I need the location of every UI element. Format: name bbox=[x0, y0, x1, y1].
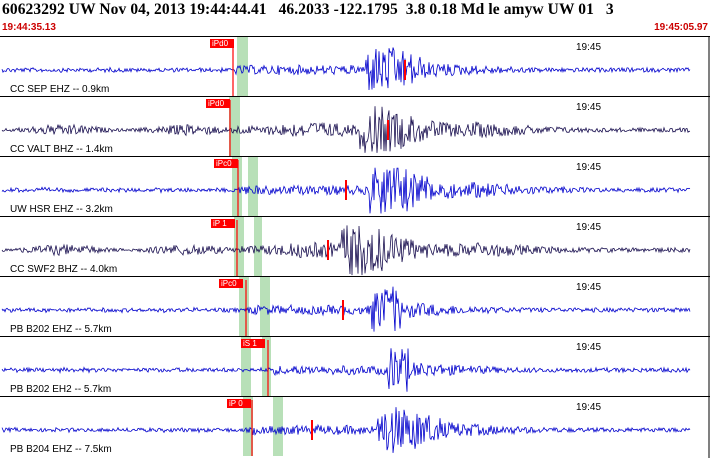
time-tick-label: 19:45 bbox=[576, 402, 601, 413]
end-time-label: 19:45:05.97 bbox=[654, 22, 708, 33]
time-tick-label: 19:45 bbox=[576, 42, 601, 53]
channel-panel[interactable]: iPd0 19:45 CC SEP EHZ -- 0.9km bbox=[0, 36, 710, 97]
channel-label: PB B202 EHZ -- 5.7km bbox=[10, 324, 112, 335]
channel-panel[interactable]: iPd0 19:45 CC VALT BHZ -- 1.4km bbox=[0, 96, 710, 157]
pick-window bbox=[260, 277, 270, 336]
time-tick-label: 19:45 bbox=[576, 162, 601, 173]
pick-window bbox=[248, 157, 258, 216]
pick-label: iPc0 bbox=[221, 279, 237, 288]
seismogram-canvas[interactable]: iPd0 19:45 CC SEP EHZ -- 0.9km iPd0 19:45 CC … bbox=[0, 36, 710, 458]
event-header: 60623292 UW Nov 04, 2013 19:44:44.41 46.… bbox=[0, 0, 710, 36]
pick-label: iPd0 bbox=[208, 99, 225, 108]
channel-panel[interactable]: iP 0 19:45 PB B204 EHZ -- 7.5km bbox=[0, 396, 710, 457]
start-time-label: 19:44:35.13 bbox=[2, 22, 56, 33]
channel-panel[interactable]: iP 1 19:45 CC SWF2 BHZ -- 4.0km bbox=[0, 216, 710, 277]
pick-label: iPc0 bbox=[216, 159, 232, 168]
pick-label: iP 1 bbox=[213, 219, 227, 228]
pick-window bbox=[234, 217, 244, 276]
event-title: 60623292 UW Nov 04, 2013 19:44:44.41 46.… bbox=[2, 1, 614, 18]
channel-label: CC SWF2 BHZ -- 4.0km bbox=[10, 264, 117, 275]
channel-label: PB B204 EHZ -- 7.5km bbox=[10, 444, 112, 455]
channel-label: CC VALT BHZ -- 1.4km bbox=[10, 144, 113, 155]
time-tick-label: 19:45 bbox=[576, 222, 601, 233]
pick-label: iPd0 bbox=[212, 39, 229, 48]
channel-label: UW HSR EHZ -- 3.2km bbox=[10, 204, 113, 215]
pick-label: iP 0 bbox=[229, 399, 243, 408]
time-tick-label: 19:45 bbox=[576, 342, 601, 353]
pick-label: iS 1 bbox=[243, 339, 257, 348]
channel-label: PB B202 EH2 -- 5.7km bbox=[10, 384, 111, 395]
channel-label: CC SEP EHZ -- 0.9km bbox=[10, 84, 109, 95]
pick-window bbox=[273, 397, 283, 456]
time-tick-label: 19:45 bbox=[576, 102, 601, 113]
time-tick-label: 19:45 bbox=[576, 282, 601, 293]
channel-panel[interactable]: iS 1 19:45 PB B202 EH2 -- 5.7km bbox=[0, 336, 710, 397]
channel-panel[interactable]: iPc0 19:45 PB B202 EHZ -- 5.7km bbox=[0, 276, 710, 337]
seismogram-panel[interactable]: iPd0 19:45 CC SEP EHZ -- 0.9km iPd0 19:45 CC … bbox=[0, 36, 710, 458]
channel-panel[interactable]: iPc0 19:45 UW HSR EHZ -- 3.2km bbox=[0, 156, 710, 217]
